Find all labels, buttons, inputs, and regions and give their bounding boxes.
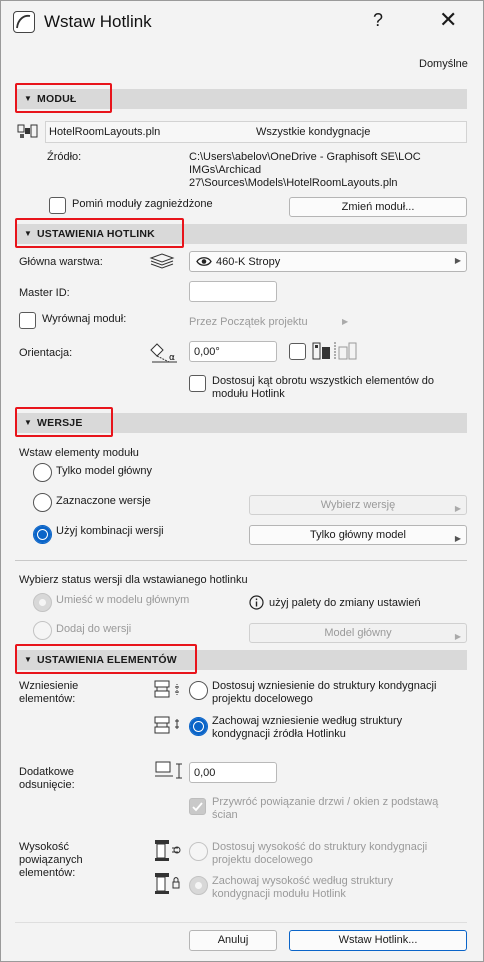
insert-hotlink-dialog: Wstaw Hotlink ? ✕ Domyślne ▼ MODUŁ Hotel… [0,0,484,962]
restore-link-line2: ścian [212,809,238,821]
align-module-checkbox[interactable] [19,312,36,329]
divider [15,560,467,561]
height-adjust-line2: projektu docelowego [212,854,313,866]
info-icon [249,595,264,613]
radio-elevation-keep[interactable] [189,717,208,736]
radio-place-main-model-label: Umieść w modelu głównym [56,594,190,606]
radio-add-to-version-label: Dodaj do wersji [56,623,132,635]
radio-main-model-only[interactable] [33,463,52,482]
restore-link-checkbox[interactable] [189,798,206,815]
height-keep-icon [153,871,183,900]
highlight-box-versions [15,407,113,437]
orientation-input[interactable]: 0,00° [189,341,277,362]
height-keep-line1: Zachowaj wysokość według struktury [212,875,393,887]
module-file-name: HotelRoomLayouts.pln [49,126,161,138]
align-module-label: Wyrównaj moduł: [42,313,127,325]
source-path-line3: 27\Sources\Models\HotelRoomLayouts.pln [189,177,398,189]
height-adjust-icon [153,838,183,867]
insert-elements-label: Wstaw elementy modułu [19,447,139,459]
radio-use-combination[interactable] [33,525,52,544]
radio-add-to-version[interactable] [33,621,52,640]
radio-marked-versions-label: Zaznaczone wersje [56,495,151,507]
elevation-label-line2: elementów: [19,693,76,705]
master-id-label: Master ID: [19,287,70,299]
offset-icon [153,758,185,785]
height-adjust-line1: Dostosuj wysokość do struktury kondygnac… [212,841,428,853]
radio-place-main-model[interactable] [33,593,52,612]
footer-divider [15,922,467,923]
dropdown-arrow-icon: ▶ [454,534,461,543]
svg-text:α: α [169,353,175,363]
radio-height-adjust[interactable] [189,842,208,861]
source-label: Źródło: [47,151,82,163]
radio-height-keep[interactable] [189,876,208,895]
adjust-rotation-checkbox[interactable] [189,375,206,392]
main-layer-label: Główna warstwa: [19,256,103,268]
elevation-keep-line2: kondygnacji źródła Hotlinku [212,728,346,740]
adjust-rotation-line1: Dostosuj kąt obrotu wszystkich elementów… [212,375,434,387]
dropdown-arrow-icon: ▶ [454,256,461,265]
dropdown-arrow-icon: ▶ [454,632,461,641]
change-module-button[interactable]: Zmień moduł... [289,197,467,217]
select-version-button[interactable]: Wybierz wersję ▶ [249,495,467,515]
adjust-rotation-line2: modułu Hotlink [212,388,285,400]
radio-use-combination-label: Użyj kombinacji wersji [56,525,164,537]
skip-nested-checkbox[interactable] [49,197,66,214]
version-status-label: Wybierz status wersji dla wstawianego ho… [19,574,248,586]
mirror-checkbox[interactable] [289,343,306,360]
highlight-box-module [15,83,112,113]
radio-elevation-adjust[interactable] [189,681,208,700]
align-module-value: Przez Początek projektu [189,316,308,328]
skip-nested-label: Pomiń moduły zagnieżdżone [72,198,213,210]
archicad-app-icon [13,11,35,33]
highlight-box-elements [15,644,197,674]
info-text: użyj palety do zmiany ustawień [269,597,421,609]
place-hotlink-button[interactable]: Wstaw Hotlink... [289,930,467,951]
height-label-line3: elementów: [19,867,76,879]
close-button[interactable]: ✕ [439,7,457,33]
title-bar: Wstaw Hotlink ? ✕ [1,1,483,45]
source-path-line2: IMGs\Archicad [189,164,262,176]
window-title: Wstaw Hotlink [44,12,152,31]
source-path-line1: C:\Users\abelov\OneDrive - Graphisoft SE… [189,151,421,163]
extra-offset-label-line2: odsunięcie: [19,779,75,791]
radio-main-model-only-label: Tylko model główny [56,465,152,477]
elevation-label-line1: Wzniesienie [19,680,79,692]
radio-marked-versions[interactable] [33,493,52,512]
elevation-adjust-icon [153,679,183,704]
module-stories: Wszystkie kondygnacje [256,126,371,138]
main-model-dropdown[interactable]: Model główny ▶ [249,623,467,643]
orientation-label: Orientacja: [19,347,73,359]
rotation-angle-icon: α [147,340,181,369]
module-file-icon [17,122,39,143]
extra-offset-label-line1: Dodatkowe [19,766,75,778]
mirror-icon [311,341,361,364]
eye-icon [196,256,212,270]
main-model-only-dropdown[interactable]: Tylko główny model ▶ [249,525,467,545]
layers-icon [149,252,175,273]
cancel-button[interactable]: Anuluj [189,930,277,951]
elevation-adjust-line2: projektu docelowego [212,693,313,705]
main-layer-value: 460-K Stropy [216,256,281,268]
height-label-line1: Wysokość [19,841,70,853]
align-module-arrow-icon: ▶ [342,317,349,326]
height-keep-line2: kondygnacji modułu Hotlink [212,888,346,900]
elevation-keep-icon [153,715,183,740]
restore-link-line1: Przywróć powiązanie drzwi / okien z pods… [212,796,439,808]
help-button[interactable]: ? [373,10,383,31]
main-layer-dropdown[interactable]: 460-K Stropy ▶ [189,251,467,272]
elevation-keep-line1: Zachowaj wzniesienie według struktury [212,715,403,727]
elevation-adjust-line1: Dostosuj wzniesienie do struktury kondyg… [212,680,437,692]
master-id-input[interactable] [189,281,277,302]
defaults-link[interactable]: Domyślne [419,58,468,70]
height-label-line2: powiązanych [19,854,83,866]
extra-offset-input[interactable]: 0,00 [189,762,277,783]
dropdown-arrow-icon: ▶ [454,504,461,513]
highlight-box-hotlink [15,218,184,248]
